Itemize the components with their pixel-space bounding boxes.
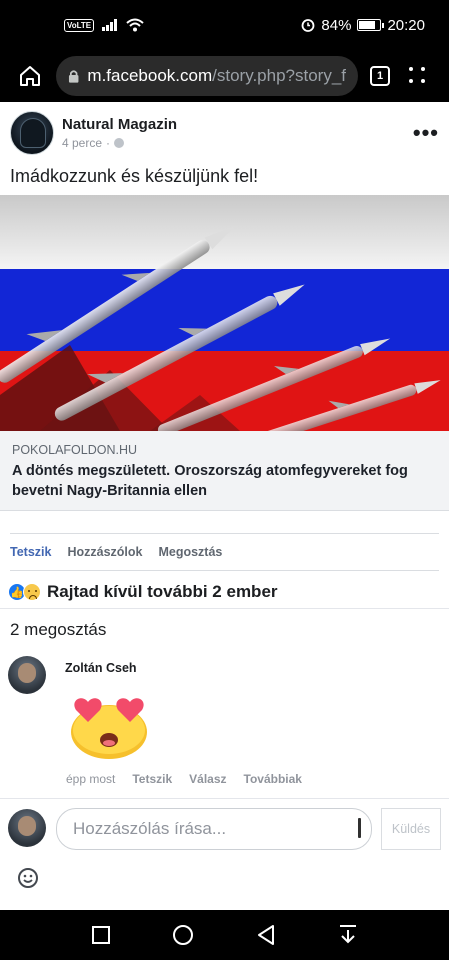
commenter-avatar[interactable]: [8, 656, 46, 694]
post-action-row: Tetszik Hozzászólok Megosztás: [10, 533, 439, 571]
lock-icon: [68, 70, 79, 83]
status-bar: VoLTE 84% 20:20: [0, 0, 449, 50]
comment-time: épp most: [66, 772, 116, 786]
post-time-text[interactable]: 4 perce: [62, 136, 102, 150]
triangle-back-icon: [257, 925, 274, 945]
comment: Zoltán Cseh épp most Tetszik Válasz Tová…: [8, 656, 441, 796]
status-right: 84% 20:20: [301, 17, 425, 34]
volte-icon: VoLTE: [64, 18, 95, 32]
tabs-button[interactable]: 1: [370, 66, 390, 86]
comment-more-button[interactable]: Továbbiak: [244, 772, 302, 786]
send-button[interactable]: Küldés: [381, 808, 441, 850]
comment-composer: Küldés: [8, 806, 441, 852]
notification-pulldown-button[interactable]: [336, 923, 360, 947]
comment-input[interactable]: [56, 808, 372, 850]
current-user-avatar: [8, 809, 46, 847]
link-preview-image[interactable]: [0, 195, 449, 431]
post-meta: Natural Magazin 4 perce ·: [62, 116, 177, 150]
comment-reply-button[interactable]: Válasz: [189, 772, 226, 786]
battery-fill: [359, 21, 376, 29]
browser-menu-button[interactable]: [408, 66, 428, 86]
wifi-icon: [126, 18, 144, 32]
alarm-icon: [302, 19, 315, 32]
recents-button[interactable]: [89, 923, 113, 947]
post-text: Imádkozzunk és készüljünk fel!: [10, 166, 259, 186]
url-host: m.facebook.com: [87, 66, 213, 85]
link-domain: POKOLAFOLDON.HU: [12, 443, 138, 457]
flag-missiles-image: [0, 195, 449, 431]
divider: [0, 798, 449, 799]
globe-icon: [114, 138, 125, 148]
meta-separator: ·: [106, 136, 111, 150]
home-nav-button[interactable]: [171, 923, 195, 947]
link-title: A döntés megszületett. Oroszország atomf…: [12, 463, 408, 499]
link-preview[interactable]: POKOLAFOLDON.HU A döntés megszületett. O…: [0, 431, 449, 511]
post-header: Natural Magazin 4 perce · •••: [10, 108, 439, 158]
shares-count[interactable]: 2 megosztás: [10, 620, 106, 640]
sad-reaction-icon: [23, 583, 41, 601]
hooded-figure-icon: [20, 118, 46, 148]
signal-icon: [102, 19, 118, 31]
post-options-button[interactable]: •••: [413, 120, 439, 146]
reactions-text: Rajtad kívül további 2 ember: [47, 582, 278, 601]
comment-like-button[interactable]: Tetszik: [132, 772, 172, 786]
status-left: VoLTE: [64, 18, 144, 32]
divider: [0, 608, 449, 609]
circle-icon: [173, 925, 194, 945]
browser-toolbar: m.facebook.com/story.php?story_f 1: [0, 50, 449, 102]
page-name[interactable]: Natural Magazin: [62, 116, 177, 133]
pull-down-icon: [339, 925, 356, 944]
battery-icon: [357, 19, 385, 31]
text-cursor: [358, 818, 361, 838]
address-bar[interactable]: m.facebook.com/story.php?story_f: [56, 56, 358, 96]
emoji-icon[interactable]: [17, 867, 39, 889]
url-path: /story.php?story_f: [212, 66, 346, 85]
home-icon: [20, 66, 40, 86]
clock: 20:20: [387, 16, 425, 34]
battery-percent: 84%: [321, 16, 352, 34]
comment-author[interactable]: Zoltán Cseh: [65, 661, 137, 675]
back-button[interactable]: [254, 923, 278, 947]
system-navigation-bar: [0, 910, 449, 960]
share-button[interactable]: Megosztás: [158, 545, 222, 559]
post-time: 4 perce ·: [62, 136, 177, 150]
like-button[interactable]: Tetszik: [10, 545, 51, 559]
square-icon: [92, 926, 111, 944]
heart-eyes-sticker: [71, 698, 147, 759]
comment-button[interactable]: Hozzászólok: [67, 545, 142, 559]
reactions-summary[interactable]: 👍 Rajtad kívül további 2 ember: [8, 578, 441, 606]
comment-actions: épp most Tetszik Válasz Továbbiak: [66, 772, 302, 786]
home-button[interactable]: [10, 56, 50, 96]
page-avatar[interactable]: [10, 111, 54, 155]
